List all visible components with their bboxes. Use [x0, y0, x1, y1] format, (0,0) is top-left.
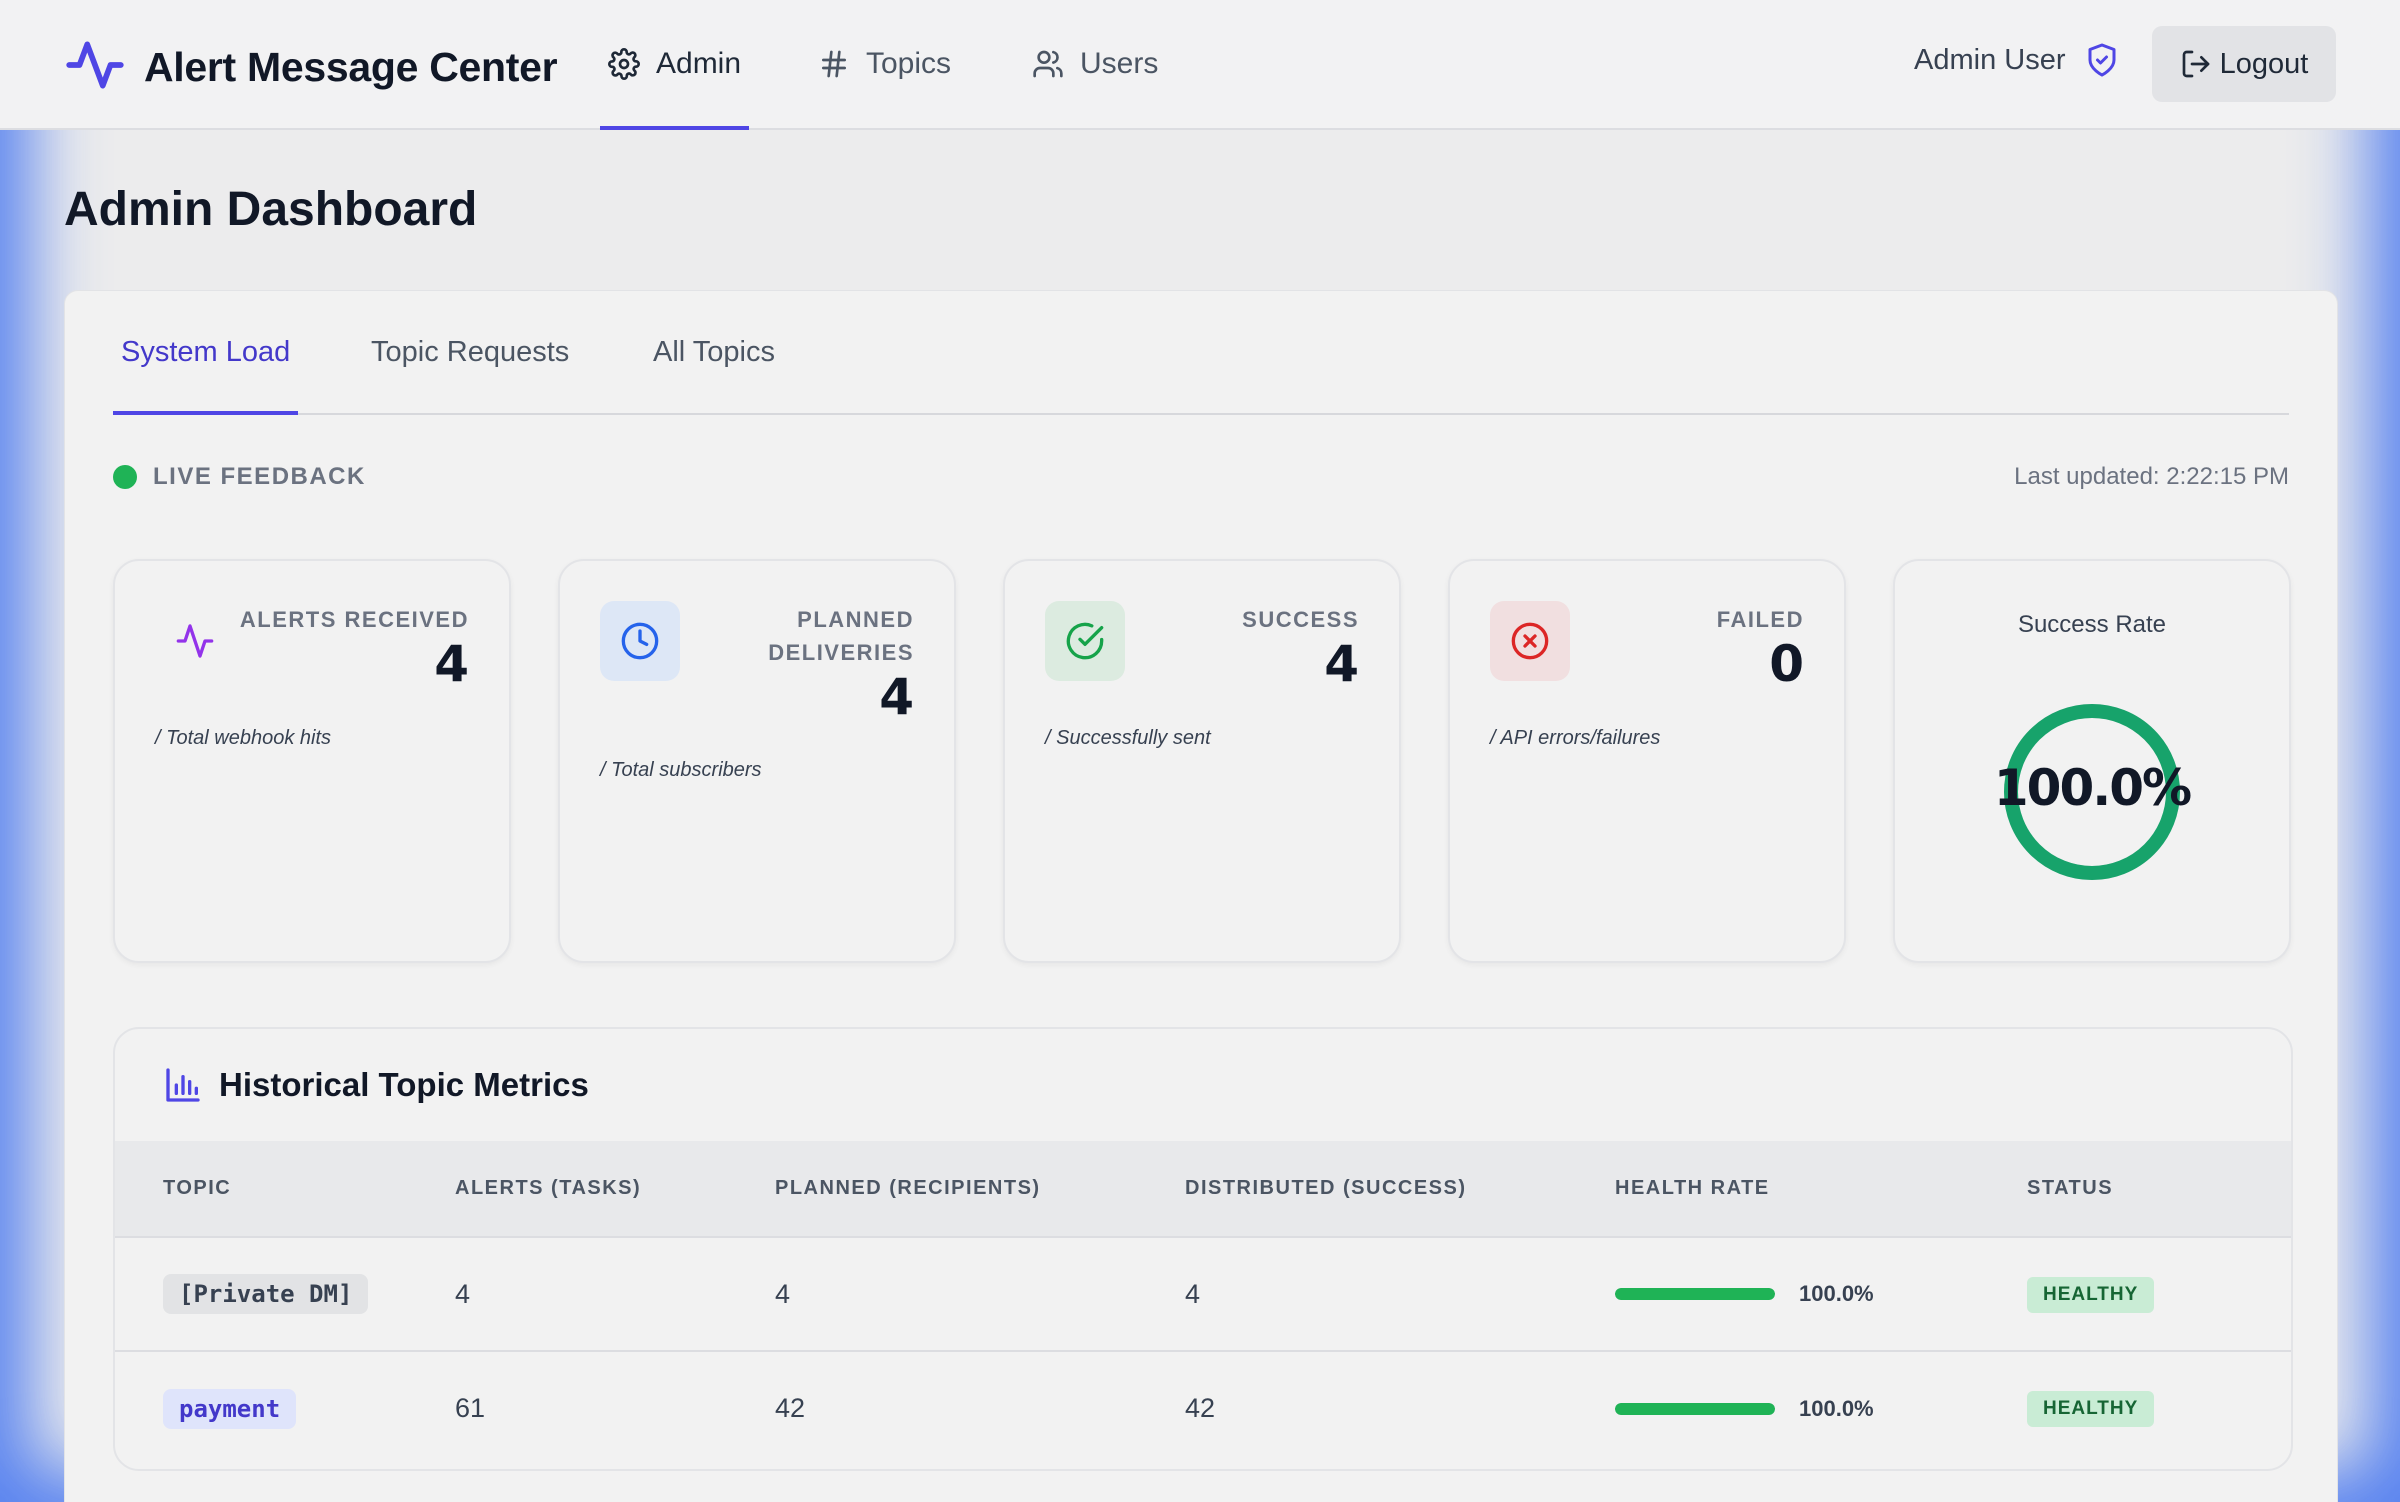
status-badge: HEALTHY: [2027, 1276, 2155, 1313]
column-header-health-rate[interactable]: HEALTH RATE: [1615, 1141, 2027, 1237]
metrics-header: Historical Topic Metrics: [115, 1029, 2291, 1141]
tab-topic-requests[interactable]: Topic Requests: [371, 291, 569, 413]
health-bar: [1615, 1402, 1775, 1415]
nav-item-label: Admin: [656, 47, 742, 80]
app-title: Alert Message Center: [144, 44, 558, 90]
stat-card-subtitle: / Successfully sent: [1045, 727, 1211, 749]
logout-icon: [2180, 48, 2220, 80]
check-circle-icon: [1045, 601, 1125, 681]
brand[interactable]: Alert Message Center: [64, 34, 558, 101]
success-rate-label: Success Rate: [2017, 611, 2167, 638]
table-header-row: TOPIC ALERTS (TASKS) PLANNED (RECIPIENTS…: [115, 1141, 2291, 1237]
stat-card-value: 4: [1324, 635, 1359, 693]
users-icon: [1032, 48, 1080, 80]
historical-topic-metrics: Historical Topic Metrics TOPIC ALERTS (T…: [113, 1027, 2293, 1471]
health-rate: 100.0%: [1615, 1281, 2027, 1307]
stat-card-label: FAILED: [1716, 607, 1804, 632]
stat-card-subtitle: / Total subscribers: [600, 759, 762, 781]
health-rate-value: 100.0%: [1799, 1395, 1874, 1421]
user-name-text: Admin User: [1914, 43, 2066, 76]
distributed-cell: 42: [1185, 1393, 1216, 1423]
stat-card-subtitle: / API errors/failures: [1490, 727, 1661, 749]
page-title: Admin Dashboard: [64, 183, 478, 236]
dashboard-panel: System Load Topic Requests All Topics LI…: [64, 290, 2338, 1502]
tab-system-load[interactable]: System Load: [112, 291, 299, 415]
alerts-cell: 61: [455, 1393, 486, 1423]
pulse-logo-icon: [64, 34, 126, 101]
health-rate: 100.0%: [1615, 1396, 2027, 1422]
bar-chart-icon: [163, 1065, 219, 1105]
app-window: Alert Message Center Admin Topics Users …: [0, 0, 2400, 1502]
logout-button[interactable]: Logout: [2152, 26, 2336, 102]
stat-card-failed: FAILED 0 / API errors/failures: [1448, 559, 1846, 963]
success-rate-value: 100.0%: [1993, 759, 2192, 817]
stat-card-label: SUCCESS: [1242, 607, 1359, 632]
planned-cell: 4: [775, 1278, 791, 1309]
nav-item-label: Users: [1080, 47, 1159, 80]
health-bar-fill: [1615, 1288, 1775, 1300]
top-navbar: Alert Message Center Admin Topics Users …: [0, 0, 2400, 130]
live-feedback-label: LIVE FEEDBACK: [153, 463, 366, 490]
distributed-cell: 4: [1185, 1278, 1201, 1309]
current-user: Admin User: [1914, 42, 2120, 78]
health-bar-fill: [1615, 1402, 1775, 1415]
stat-card-label: ALERTS RECEIVED: [239, 607, 469, 632]
live-status-dot: [113, 465, 137, 489]
stat-card-subtitle: / Total webhook hits: [155, 727, 332, 749]
topic-chip[interactable]: payment: [163, 1388, 297, 1429]
stat-card-success: SUCCESS 4 / Successfully sent: [1003, 559, 1401, 963]
tab-all-topics[interactable]: All Topics: [653, 291, 775, 413]
planned-cell: 42: [775, 1393, 806, 1423]
tab-bar: System Load Topic Requests All Topics: [112, 291, 2289, 415]
live-feedback-indicator: LIVE FEEDBACK: [113, 463, 366, 491]
nav-item-label: Topics: [866, 47, 952, 80]
success-rate-card: Success Rate 100.0%: [1893, 559, 2291, 963]
clock-icon: [600, 601, 680, 681]
activity-icon: [155, 601, 235, 681]
nav-item-admin[interactable]: Admin: [600, 0, 750, 130]
stat-card-value: 4: [879, 668, 914, 726]
hash-icon: [818, 48, 866, 80]
stat-card-alerts-received: ALERTS RECEIVED 4 / Total webhook hits: [113, 559, 511, 963]
shield-check-icon: [2066, 42, 2120, 78]
topic-chip[interactable]: [Private DM]: [163, 1274, 369, 1314]
logout-label: Logout: [2219, 47, 2309, 80]
stat-card-planned-deliveries: PLANNED DELIVERIES 4 / Total subscribers: [558, 559, 956, 963]
stat-card-label: PLANNED DELIVERIES: [768, 607, 914, 665]
health-bar: [1615, 1288, 1775, 1300]
stat-card-value: 4: [434, 635, 469, 693]
table-row[interactable]: [Private DM] 4 4 4 100.0% HEALTHY: [115, 1237, 2291, 1351]
column-header-alerts[interactable]: ALERTS (TASKS): [455, 1141, 775, 1237]
column-header-distributed[interactable]: DISTRIBUTED (SUCCESS): [1185, 1141, 1615, 1237]
metrics-title: Historical Topic Metrics: [219, 1066, 589, 1103]
column-header-planned[interactable]: PLANNED (RECIPIENTS): [775, 1141, 1185, 1237]
health-rate-value: 100.0%: [1799, 1281, 1874, 1306]
nav-item-users[interactable]: Users: [1032, 0, 1158, 128]
status-badge: HEALTHY: [2027, 1391, 2155, 1427]
gear-icon: [608, 48, 656, 80]
column-header-topic[interactable]: TOPIC: [115, 1141, 455, 1237]
stat-card-value: 0: [1769, 635, 1804, 693]
metrics-table: TOPIC ALERTS (TASKS) PLANNED (RECIPIENTS…: [115, 1141, 2291, 1465]
last-updated-timestamp: Last updated: 2:22:15 PM: [2014, 463, 2289, 490]
column-header-status[interactable]: STATUS: [2027, 1141, 2291, 1237]
x-circle-icon: [1490, 601, 1570, 681]
alerts-cell: 4: [455, 1278, 471, 1309]
table-row[interactable]: payment 61 42 42 100.0% HEALTHY: [115, 1351, 2291, 1465]
nav-item-topics[interactable]: Topics: [818, 0, 951, 128]
